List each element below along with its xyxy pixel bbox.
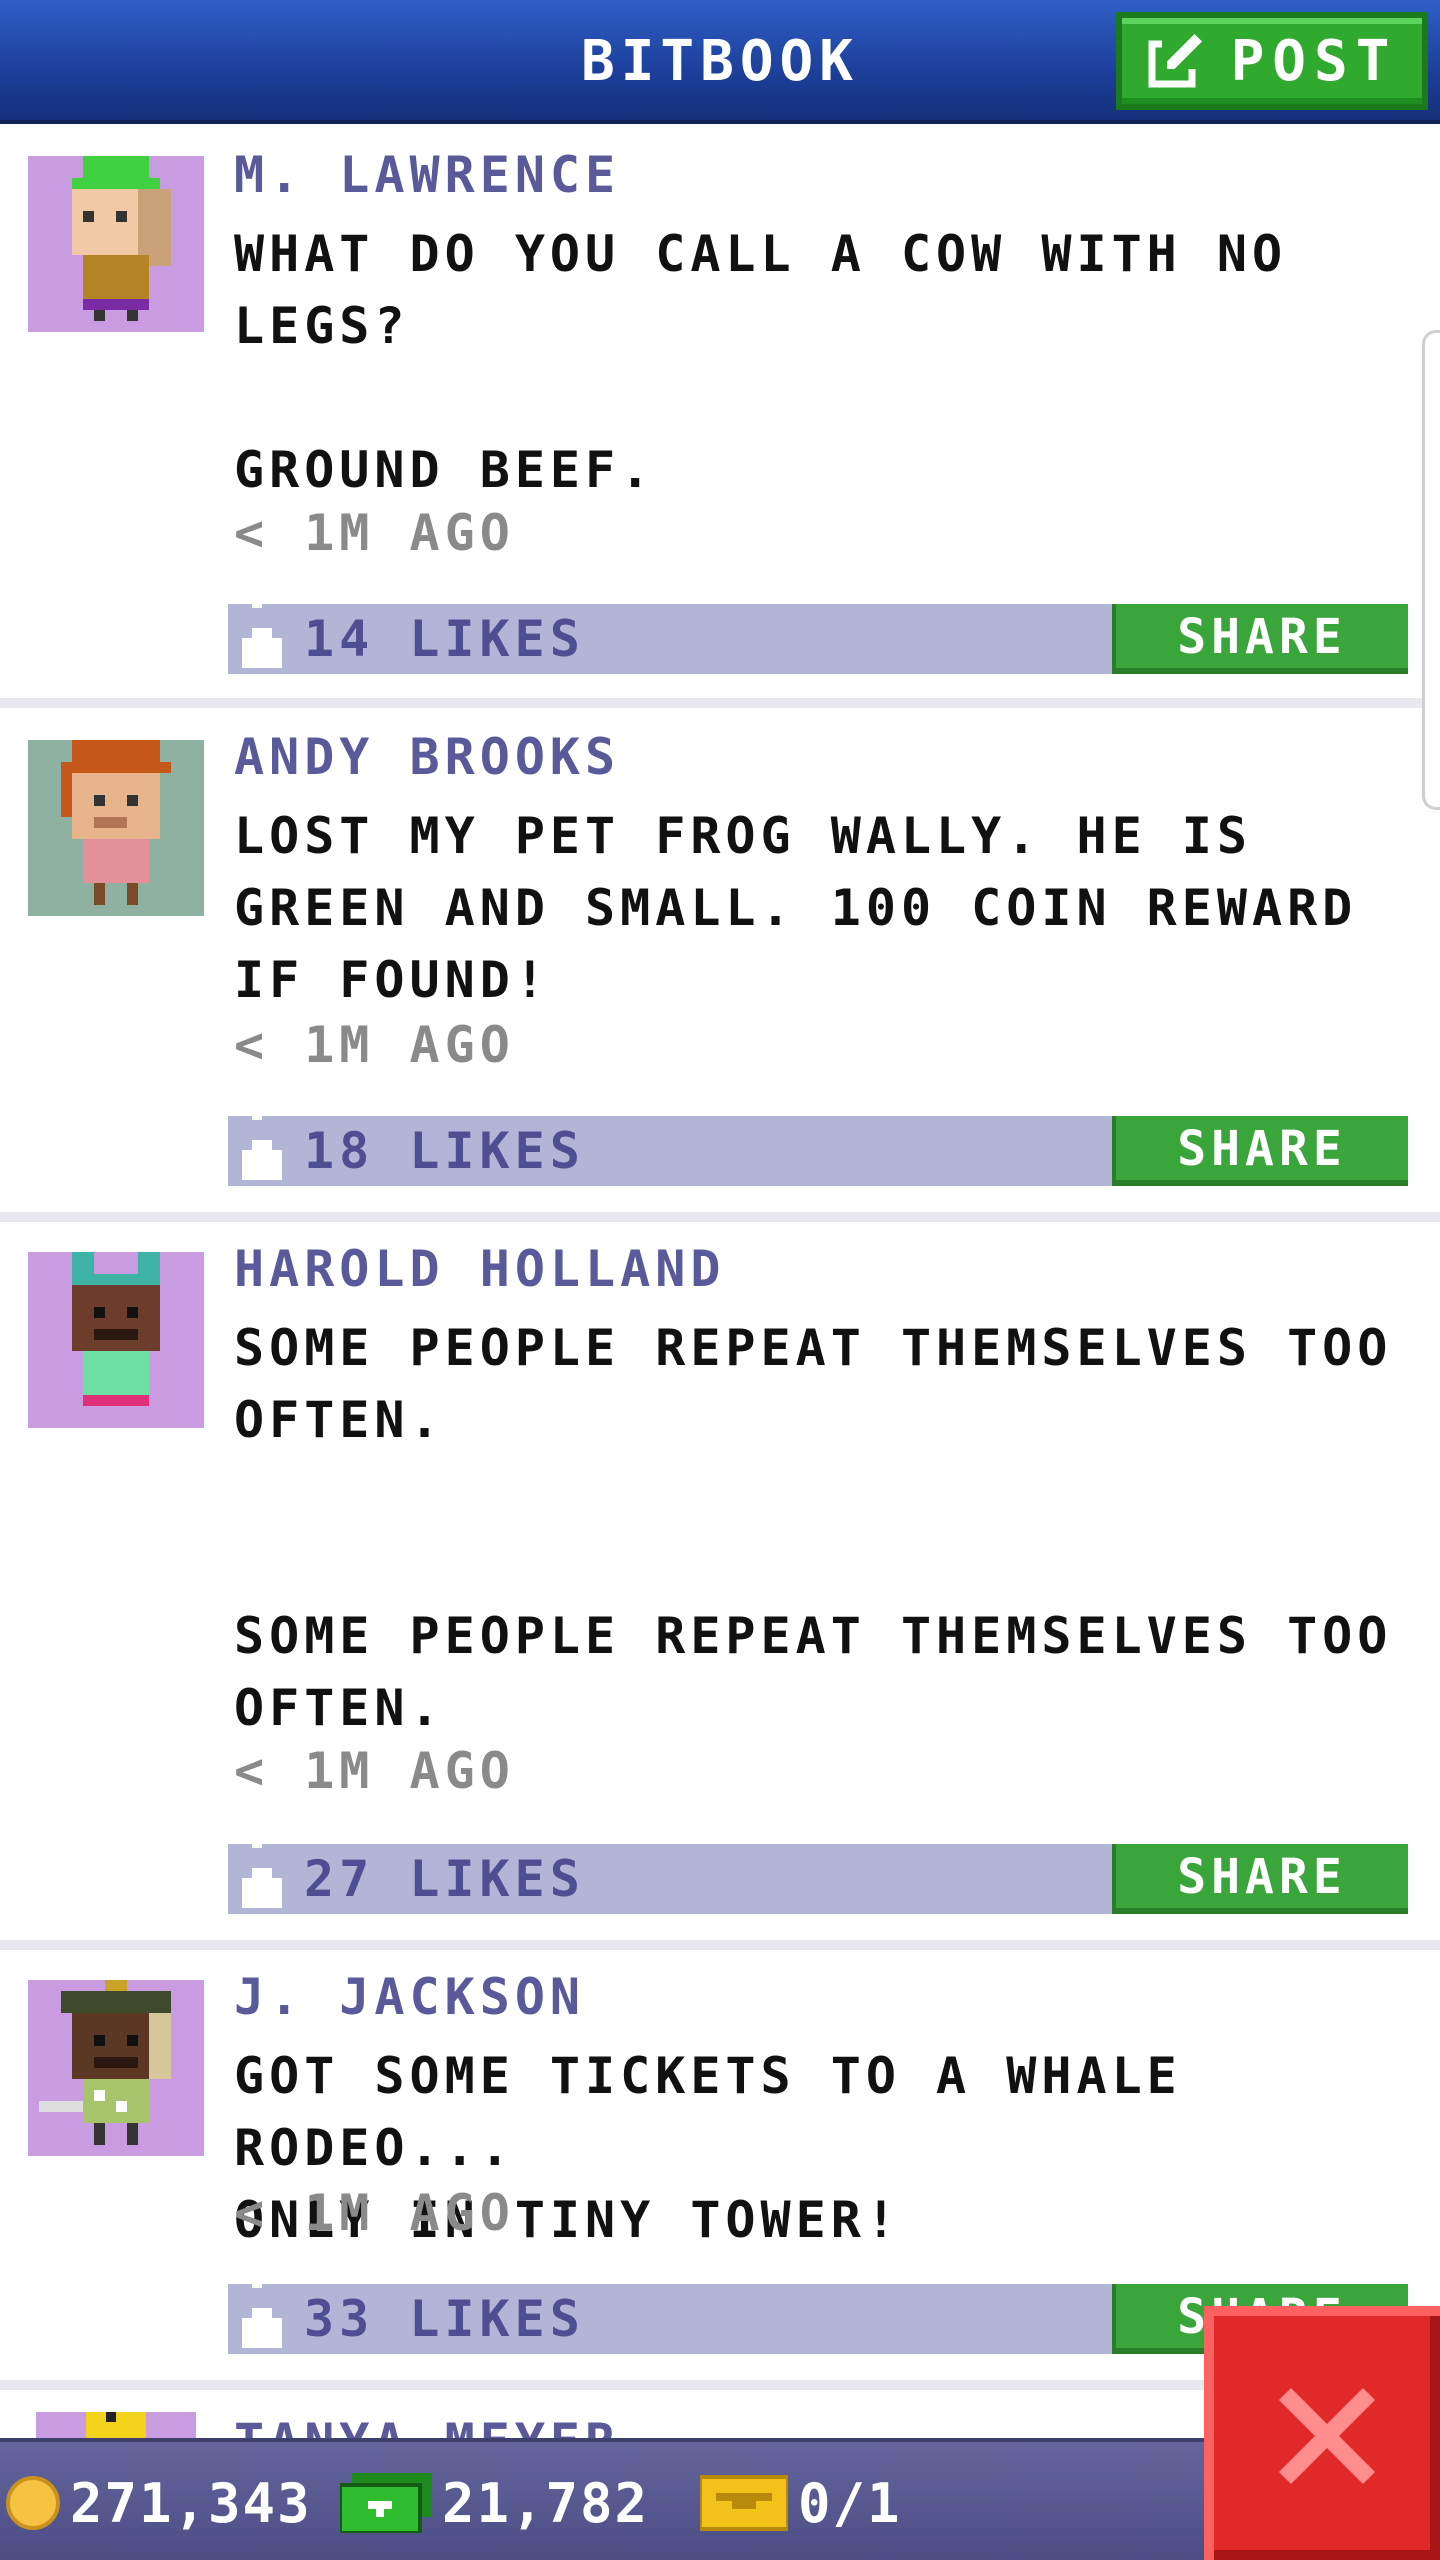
share-button[interactable]: SHARE (1112, 1116, 1408, 1186)
post-text: SOME PEOPLE REPEAT THEMSELVES TOO OFTEN.… (234, 1319, 1393, 1737)
post-author[interactable]: J. JACKSON (234, 1968, 585, 2026)
post-text: LOST MY PET FROG WALLY. HE IS GREEN AND … (234, 807, 1358, 1009)
bux-icon (340, 2473, 432, 2533)
post-timestamp: < 1M AGO (234, 1742, 515, 1800)
avatar-image (28, 156, 204, 332)
likes-count[interactable]: 14 LIKES (304, 604, 585, 674)
avatar-image (28, 740, 204, 916)
post-timestamp: < 1M AGO (234, 504, 515, 562)
coin-icon (6, 2476, 60, 2530)
share-button[interactable]: SHARE (1112, 1844, 1408, 1914)
post-divider (0, 1212, 1440, 1222)
share-button[interactable]: SHARE (1112, 604, 1408, 674)
tickets-stat: 0/1 (700, 2442, 902, 2560)
golden-ticket-icon (700, 2473, 788, 2533)
edit-icon (1147, 29, 1207, 93)
likes-count[interactable]: 18 LIKES (304, 1116, 585, 1186)
post-timestamp: < 1M AGO (234, 1016, 515, 1074)
scrollbar[interactable] (1422, 330, 1440, 810)
bux-stat: 21,782 (340, 2442, 649, 2560)
coins-count: 271,343 (70, 2471, 312, 2535)
bux-count: 21,782 (442, 2471, 650, 2535)
likes-bar: 27 LIKES SHARE (228, 1828, 1408, 1914)
thumbs-up-icon (242, 2268, 282, 2348)
close-button[interactable] (1204, 2306, 1440, 2560)
post-author[interactable]: ANDY BROOKS (234, 728, 620, 786)
feed-post: HAROLD HOLLAND SOME PEOPLE REPEAT THEMSE… (0, 1222, 1440, 1950)
avatar[interactable] (28, 1252, 204, 1428)
avatar[interactable] (28, 740, 204, 916)
post-divider (0, 1940, 1440, 1950)
post-button-label: POST (1230, 28, 1398, 94)
avatar[interactable] (28, 1980, 204, 2156)
post-author[interactable]: HAROLD HOLLAND (234, 1240, 725, 1298)
news-feed[interactable]: M. LAWRENCE WHAT DO YOU CALL A COW WITH … (0, 128, 1440, 2438)
likes-bar: 18 LIKES SHARE (228, 1100, 1408, 1186)
coins-stat: 271,343 (6, 2442, 312, 2560)
avatar[interactable] (28, 156, 204, 332)
likes-count[interactable]: 33 LIKES (304, 2284, 585, 2354)
post-timestamp: < 1M AGO (234, 2184, 515, 2242)
feed-post: M. LAWRENCE WHAT DO YOU CALL A COW WITH … (0, 128, 1440, 708)
close-icon (1267, 2376, 1387, 2500)
tickets-count: 0/1 (798, 2471, 902, 2535)
thumbs-up-icon (242, 1828, 282, 1908)
likes-bar: 14 LIKES SHARE (228, 588, 1408, 674)
post-button[interactable]: POST (1116, 12, 1428, 110)
likes-count[interactable]: 27 LIKES (304, 1844, 585, 1914)
app-header: BITBOOK POST (0, 0, 1440, 124)
avatar-image (28, 1980, 204, 2156)
feed-post: ANDY BROOKS LOST MY PET FROG WALLY. HE I… (0, 708, 1440, 1222)
thumbs-up-icon (242, 1100, 282, 1180)
post-text: WHAT DO YOU CALL A COW WITH NO LEGS? GRO… (234, 225, 1288, 499)
thumbs-up-icon (242, 588, 282, 668)
post-author[interactable]: M. LAWRENCE (234, 146, 620, 204)
post-divider (0, 698, 1440, 708)
avatar-image (28, 1252, 204, 1428)
